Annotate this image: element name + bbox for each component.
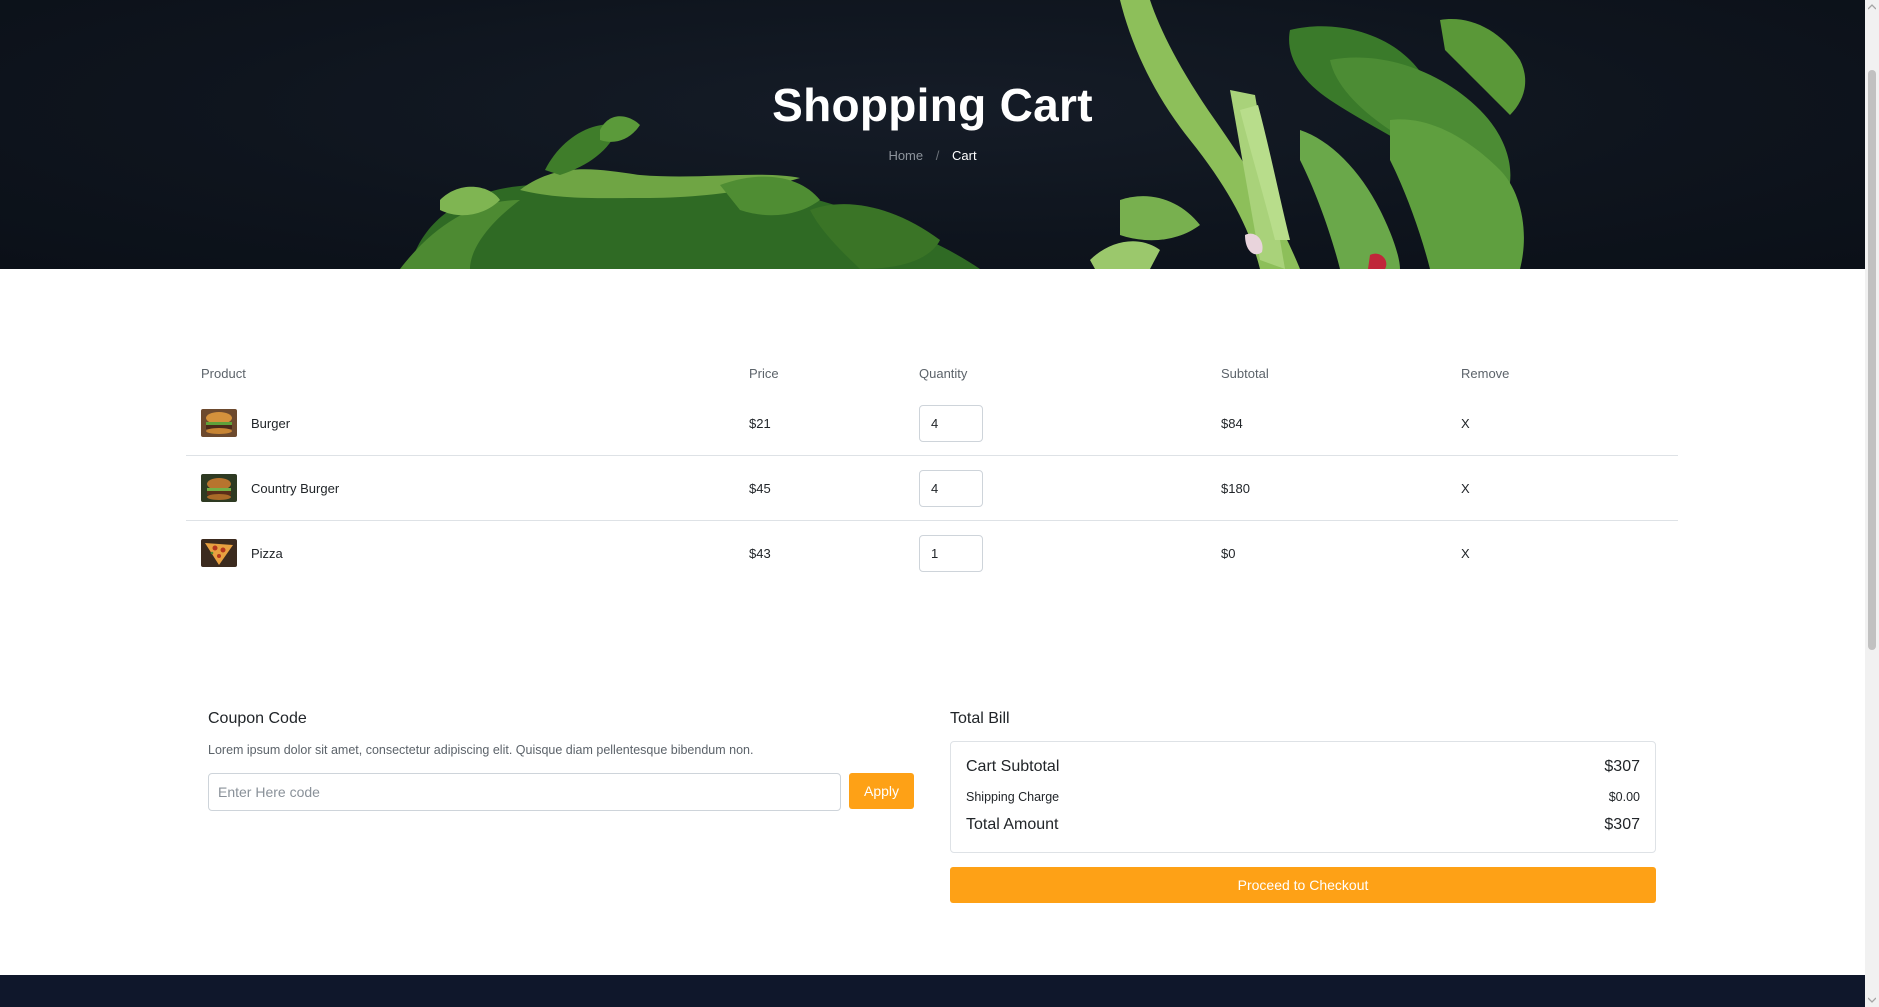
pizza-image	[201, 539, 237, 567]
quantity-cell	[919, 456, 983, 520]
coupon-form: Apply	[208, 773, 914, 811]
shipping-charge-label: Shipping Charge	[966, 790, 1060, 804]
price-cell: $21	[749, 415, 771, 431]
product-cell: Pizza	[201, 521, 283, 585]
shipping-charge-row: Shipping Charge $0.00	[966, 790, 1640, 804]
total-bill-title: Total Bill	[950, 710, 1010, 727]
subtotal-cell: $180	[1221, 480, 1250, 496]
remove-button[interactable]: X	[1461, 391, 1470, 455]
page-header-banner: Shopping Cart Home / Cart	[0, 0, 1865, 269]
breadcrumb-home-link[interactable]: Home	[888, 148, 923, 163]
quantity-input[interactable]	[919, 534, 983, 572]
cart-subtotal-row: Cart Subtotal $307	[966, 758, 1640, 776]
total-amount-row: Total Amount $307	[966, 816, 1640, 834]
subtotal-cell: $84	[1221, 415, 1243, 431]
product-cell: Burger	[201, 391, 290, 455]
breadcrumb-separator: /	[935, 148, 940, 163]
quantity-cell	[919, 521, 983, 585]
vegetable-leaves-background	[400, 0, 1526, 269]
total-bill-section: Total Bill Cart Subtotal $307 Shipping C…	[950, 710, 1656, 903]
cart-table: Product Price Quantity Subtotal Remove B…	[186, 355, 1678, 585]
breadcrumb: Home / Cart	[0, 148, 1865, 163]
table-row: Pizza $43 $0 X	[186, 521, 1678, 585]
coupon-title: Coupon Code	[208, 710, 307, 727]
bill-summary-box: Cart Subtotal $307 Shipping Charge $0.00…	[950, 741, 1656, 853]
scroll-down-icon[interactable]	[1865, 993, 1879, 1007]
shipping-charge-value: $0.00	[1608, 790, 1640, 804]
coupon-description: Lorem ipsum dolor sit amet, consectetur …	[208, 743, 754, 757]
page-title: Shopping Cart	[772, 79, 1093, 131]
table-row: Burger $21 $84 X	[186, 391, 1678, 456]
subtotal-cell: $0	[1221, 545, 1236, 561]
column-header-price: Price	[749, 366, 779, 381]
cart-subtotal-value: $307	[1604, 758, 1640, 775]
country-burger-image	[201, 474, 237, 502]
breadcrumb-current: Cart	[952, 148, 977, 163]
column-header-remove: Remove	[1461, 366, 1510, 381]
scroll-up-icon[interactable]	[1865, 0, 1879, 14]
price-cell: $45	[749, 480, 771, 496]
column-header-quantity: Quantity	[919, 366, 968, 381]
coupon-section: Coupon Code Lorem ipsum dolor sit amet, …	[208, 710, 914, 811]
product-cell: Country Burger	[201, 456, 339, 520]
price-cell: $43	[749, 545, 771, 561]
column-header-subtotal: Subtotal	[1221, 366, 1269, 381]
total-amount-label: Total Amount	[966, 816, 1059, 833]
proceed-to-checkout-button[interactable]: Proceed to Checkout	[950, 867, 1656, 903]
product-name: Pizza	[251, 545, 283, 561]
footer	[0, 975, 1865, 1007]
product-name: Country Burger	[251, 480, 340, 496]
remove-button[interactable]: X	[1461, 521, 1470, 585]
table-row: Country Burger $45 $180 X	[186, 456, 1678, 521]
product-name: Burger	[251, 415, 291, 431]
apply-coupon-button[interactable]: Apply	[849, 773, 914, 809]
page: Shopping Cart Home / Cart Product Price …	[0, 0, 1865, 1007]
burger-image	[201, 409, 237, 437]
total-amount-value: $307	[1604, 816, 1640, 833]
remove-button[interactable]: X	[1461, 456, 1470, 520]
quantity-cell	[919, 391, 983, 455]
scrollbar-thumb[interactable]	[1868, 70, 1876, 650]
cart-subtotal-label: Cart Subtotal	[966, 758, 1060, 775]
column-header-product: Product	[201, 366, 246, 381]
quantity-input[interactable]	[919, 469, 983, 507]
page-scrollbar[interactable]	[1865, 0, 1879, 1007]
coupon-code-input[interactable]	[208, 773, 841, 811]
quantity-input[interactable]	[919, 404, 983, 442]
table-header: Product Price Quantity Subtotal Remove	[186, 355, 1678, 391]
